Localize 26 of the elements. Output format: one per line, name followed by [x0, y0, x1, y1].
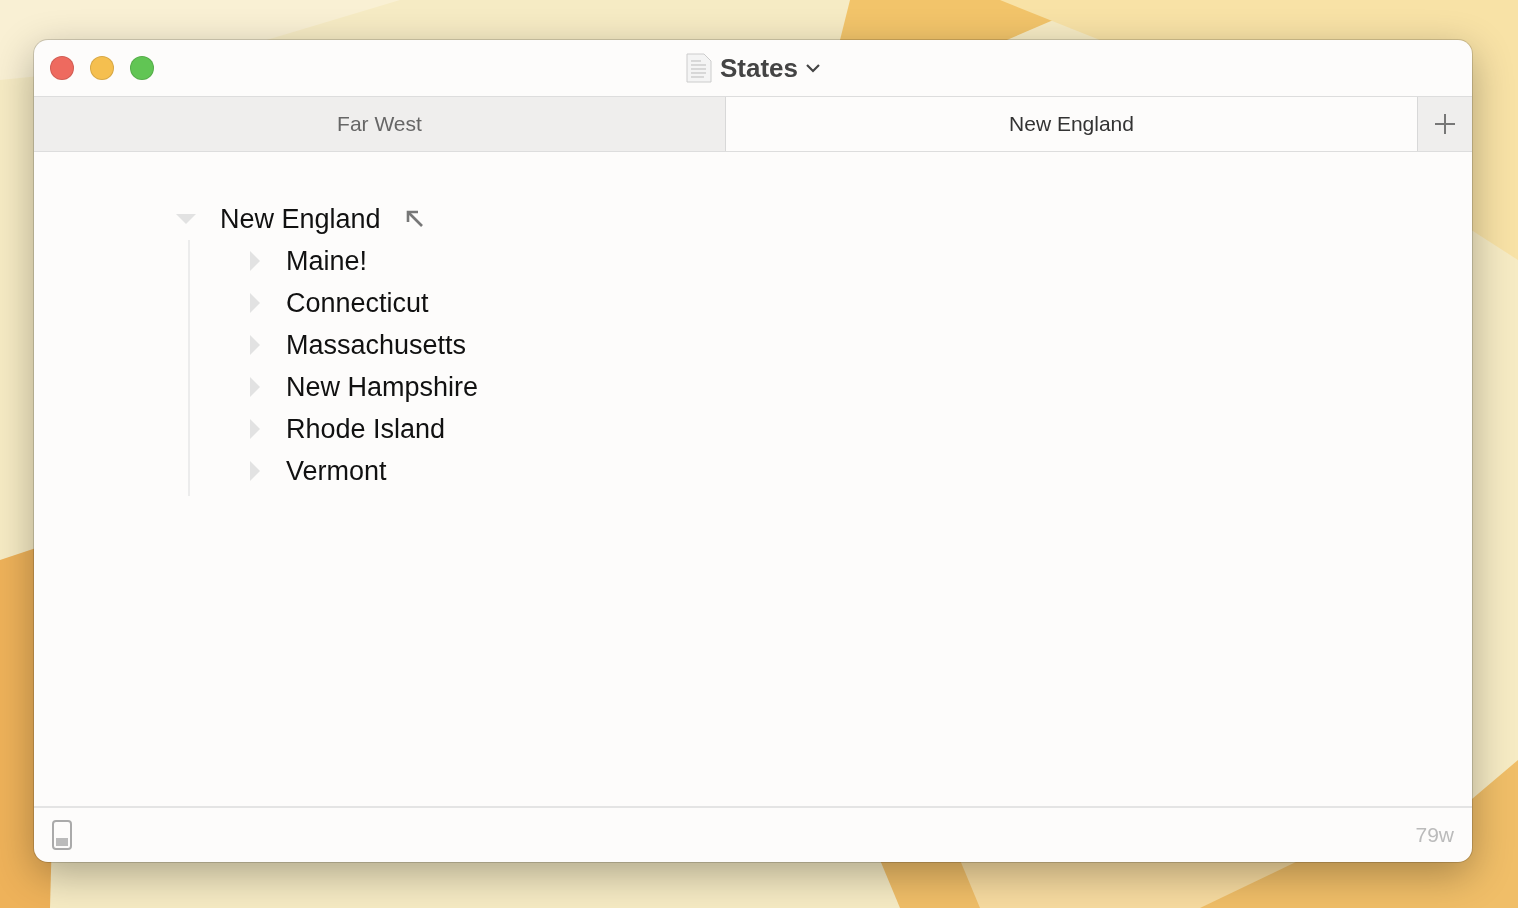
disclosure-triangle-icon[interactable] [248, 419, 262, 439]
close-button[interactable] [50, 56, 74, 80]
word-count: 79w [1415, 823, 1454, 847]
outline-item[interactable]: New Hampshire [286, 371, 479, 403]
disclosure-triangle-icon[interactable] [248, 293, 262, 313]
arrow-up-left-icon[interactable] [404, 209, 425, 229]
outline-item[interactable]: Connecticut [286, 287, 429, 319]
phone-icon[interactable] [52, 820, 72, 850]
minimize-button[interactable] [90, 56, 114, 80]
plus-icon [1434, 113, 1456, 135]
disclosure-triangle-icon[interactable] [248, 335, 262, 355]
outline-item[interactable]: New England [220, 203, 381, 235]
outline-item[interactable]: Maine! [286, 245, 368, 277]
outline-item[interactable]: Massachusetts [286, 329, 467, 361]
zoom-button[interactable] [130, 56, 154, 80]
document-icon [685, 53, 712, 83]
disclosure-triangle-icon[interactable] [248, 461, 262, 481]
new-tab-button[interactable] [1418, 97, 1472, 151]
chevron-down-icon[interactable] [806, 63, 820, 73]
outline-item[interactable]: Vermont [286, 455, 387, 487]
disclosure-triangle-icon[interactable] [176, 212, 196, 226]
tab[interactable]: Far West [34, 97, 726, 151]
outline-item[interactable]: Rhode Island [286, 413, 446, 445]
disclosure-triangle-icon[interactable] [248, 377, 262, 397]
disclosure-triangle-icon[interactable] [248, 251, 262, 271]
window-title: States [719, 52, 798, 84]
